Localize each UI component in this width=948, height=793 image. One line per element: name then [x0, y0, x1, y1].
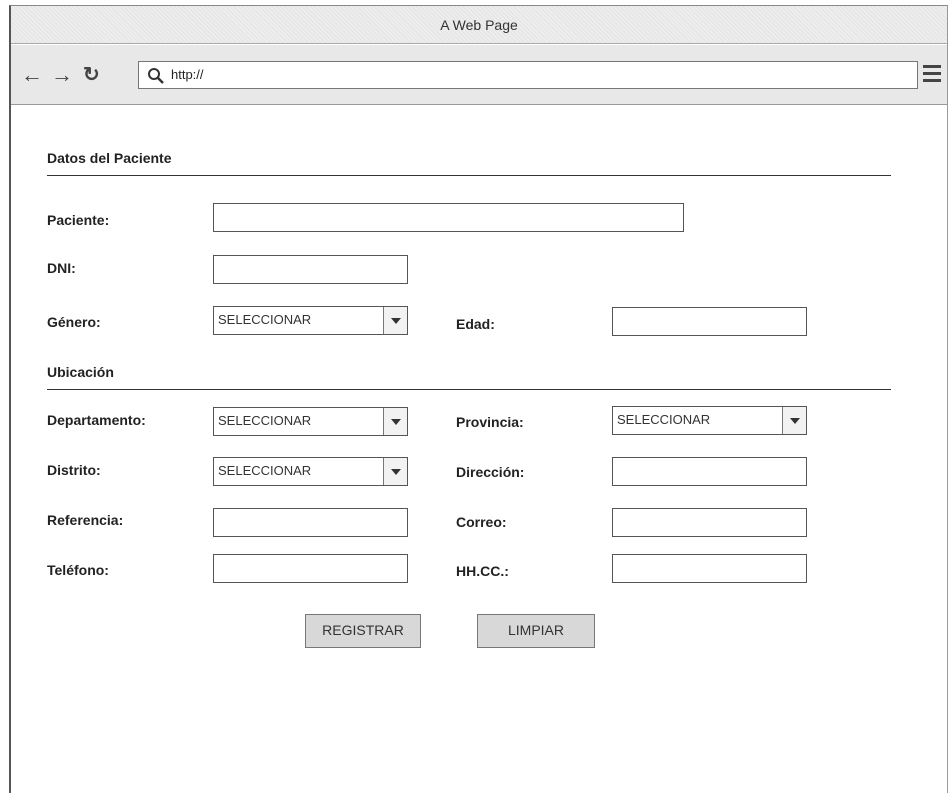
genero-select[interactable]: SELECCIONAR [213, 306, 408, 335]
label-paciente: Paciente: [47, 212, 110, 228]
label-provincia: Provincia: [456, 414, 524, 430]
hamburger-menu-icon[interactable] [923, 65, 941, 83]
section-divider [47, 389, 891, 390]
distrito-select-value: SELECCIONAR [218, 463, 312, 478]
chevron-down-icon[interactable] [383, 307, 407, 334]
chevron-down-icon[interactable] [782, 407, 806, 434]
label-dni: DNI: [47, 260, 76, 276]
limpiar-button[interactable]: LIMPIAR [477, 614, 595, 648]
section-title-patient: Datos del Paciente [47, 150, 172, 166]
reload-icon[interactable]: ↻ [83, 63, 100, 87]
departamento-select-value: SELECCIONAR [218, 413, 312, 428]
registrar-button[interactable]: REGISTRAR [305, 614, 421, 648]
label-direccion: Dirección: [456, 464, 525, 480]
label-departamento: Departamento: [47, 412, 146, 428]
chevron-down-icon[interactable] [383, 408, 407, 435]
paciente-input[interactable] [213, 203, 684, 232]
label-distrito: Distrito: [47, 462, 101, 478]
section-divider [47, 175, 891, 176]
search-icon [148, 68, 164, 84]
distrito-select[interactable]: SELECCIONAR [213, 457, 408, 486]
label-referencia: Referencia: [47, 512, 124, 528]
edad-input[interactable] [612, 307, 807, 336]
telefono-input[interactable] [213, 554, 408, 583]
window-title: A Web Page [11, 6, 947, 44]
chevron-down-icon[interactable] [383, 458, 407, 485]
label-hhcc: HH.CC.: [456, 563, 509, 579]
section-title-location: Ubicación [47, 364, 114, 380]
genero-select-value: SELECCIONAR [218, 312, 312, 327]
label-genero: Género: [47, 314, 101, 330]
page-content: Datos del Paciente Paciente: DNI: Género… [11, 106, 947, 793]
label-edad: Edad: [456, 316, 495, 332]
provincia-select[interactable]: SELECCIONAR [612, 406, 807, 435]
dni-input[interactable] [213, 255, 408, 284]
correo-input[interactable] [612, 508, 807, 537]
forward-arrow-icon[interactable]: → [51, 63, 73, 87]
url-text: http:// [171, 67, 204, 82]
browser-window: A Web Page ← → ↻ http:// Datos del Pacie… [9, 5, 948, 793]
label-telefono: Teléfono: [47, 562, 109, 578]
label-correo: Correo: [456, 514, 507, 530]
browser-toolbar: ← → ↻ http:// [11, 45, 947, 105]
hhcc-input[interactable] [612, 554, 807, 583]
back-arrow-icon[interactable]: ← [21, 63, 43, 87]
provincia-select-value: SELECCIONAR [617, 412, 711, 427]
direccion-input[interactable] [612, 457, 807, 486]
referencia-input[interactable] [213, 508, 408, 537]
address-bar[interactable]: http:// [138, 61, 918, 89]
departamento-select[interactable]: SELECCIONAR [213, 407, 408, 436]
